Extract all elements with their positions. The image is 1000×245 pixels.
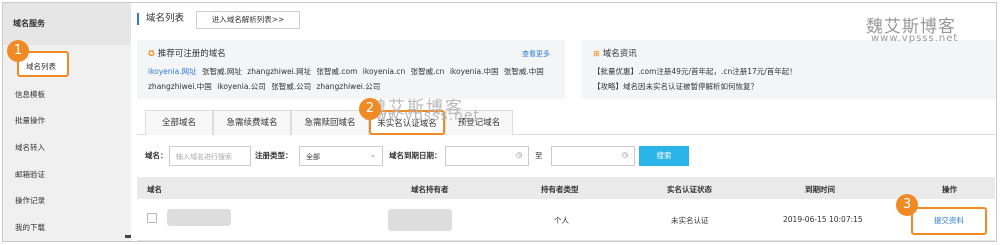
sidebar: 域名服务 域名列表 信息模板 批量操作 域名转入 邮箱验证 操作记录 我的下载	[3, 3, 131, 241]
chevron-down-icon: ⌄	[370, 151, 376, 159]
table-header: 域名 域名持有者 持有者类型 实名认证状态 到期时间 操作	[137, 177, 995, 199]
column-header-action: 操作	[942, 185, 957, 194]
news-title-text: 域名资讯	[602, 49, 637, 59]
step-badge-3: 3	[896, 194, 918, 216]
verify-status-cell: 未实名认证	[671, 216, 709, 225]
domain-suggestion[interactable]: ikoyenia.中国	[450, 67, 499, 76]
type-select[interactable]: 全部 ⌄	[299, 146, 383, 166]
sidebar-item-operation-log[interactable]: 操作记录	[15, 195, 45, 206]
sidebar-item-email-verify[interactable]: 邮箱验证	[15, 169, 45, 180]
column-header-expiry: 到期时间	[805, 185, 835, 194]
step-badge-2: 2	[359, 98, 381, 120]
bulb-icon: ✪	[148, 49, 155, 58]
resolve-list-button[interactable]: 进入域名解析列表>>	[196, 11, 300, 29]
calendar-icon: ◷	[621, 151, 628, 159]
recommend-line-1: ikoyenia.网址 张智威.网址 zhangzhiwei.网址 张智威.co…	[148, 66, 544, 77]
domain-suggestion[interactable]: 张智威.中国	[504, 67, 544, 76]
domain-suggestion[interactable]: zhangzhiwei.网址	[247, 67, 311, 76]
domain-tabs: 全部域名 急需续费域名 急需赎回域名 未实名认证域名 预登记域名	[137, 110, 995, 135]
watermark-corner-url: www.vpsss.net	[871, 33, 959, 44]
recommend-title-text: 推荐可注册的域名	[157, 49, 226, 59]
column-header-verify-status: 实名认证状态	[667, 185, 712, 194]
column-header-holder-type: 持有者类型	[541, 185, 579, 194]
submit-materials-link[interactable]: 提交资料	[911, 207, 987, 235]
news-item[interactable]: 【攻略】域名因未实名认证被暂停解析如何恢复？	[593, 81, 758, 92]
table-row: 个人 未实名认证 2019-06-15 10:07:15	[137, 203, 995, 241]
column-header-domain: 域名	[147, 185, 162, 194]
filter-bar: 域名： 输入域名进行搜索 注册类型： 全部 ⌄ 域名到期日期： ◷ 至 ◷ 搜索	[137, 146, 995, 166]
news-title: ⊞ 域名资讯	[593, 47, 637, 59]
domain-suggestion[interactable]: ikoyenia.网址	[148, 67, 197, 76]
column-header-holder: 域名持有者	[411, 185, 449, 194]
browser-frame: 域名服务 域名列表 信息模板 批量操作 域名转入 邮箱验证 操作记录 我的下载 …	[2, 2, 997, 242]
domain-search-input[interactable]: 输入域名进行搜索	[169, 146, 251, 166]
sidebar-scrollbar[interactable]	[125, 235, 131, 238]
gift-icon: ⊞	[593, 49, 600, 58]
redacted-domain	[167, 209, 231, 226]
sidebar-heading: 域名服务	[3, 3, 131, 45]
recommend-title: ✪ 推荐可注册的域名	[148, 47, 226, 59]
holder-type-cell: 个人	[554, 216, 569, 225]
sidebar-item-batch[interactable]: 批量操作	[15, 115, 45, 126]
type-filter-label: 注册类型：	[255, 151, 293, 160]
sidebar-item-info-template[interactable]: 信息模板	[15, 89, 45, 100]
view-more-link[interactable]: 查看更多	[522, 49, 550, 59]
sidebar-item-transfer-in[interactable]: 域名转入	[15, 142, 45, 153]
expiry-cell: 2019-06-15 10:07:15	[783, 215, 863, 224]
domain-suggestion[interactable]: zhangzhiwei.公司	[316, 82, 380, 91]
tab-renewal-needed[interactable]: 急需续费域名	[213, 110, 291, 135]
row-checkbox[interactable]	[147, 213, 157, 223]
tab-all-domains[interactable]: 全部域名	[145, 110, 213, 135]
domain-suggestion[interactable]: ikoyenia.公司	[217, 82, 266, 91]
domain-suggestion[interactable]: 张智威.公司	[271, 82, 311, 91]
domain-suggestion[interactable]: 张智威.com	[316, 67, 357, 76]
expiry-start-input[interactable]: ◷	[445, 146, 529, 166]
news-panel: ⊞ 域名资讯 【批量优惠】.com注册49元/首年起，.cn注册17元/首年起！ …	[582, 40, 996, 99]
type-select-value: 全部	[306, 153, 320, 161]
domain-suggestion[interactable]: zhangzhiwei.中国	[148, 82, 212, 91]
recommend-line-2: zhangzhiwei.中国 ikoyenia.公司 张智威.公司 zhangz…	[148, 81, 380, 92]
domain-suggestion[interactable]: 张智威.cn	[411, 67, 445, 76]
calendar-icon: ◷	[515, 151, 522, 159]
recommend-panel: ✪ 推荐可注册的域名 查看更多 ikoyenia.网址 张智威.网址 zhangz…	[137, 40, 565, 99]
expiry-end-input[interactable]: ◷	[551, 146, 635, 166]
search-button[interactable]: 搜索	[639, 146, 689, 166]
news-item[interactable]: 【批量优惠】.com注册49元/首年起，.cn注册17元/首年起！	[593, 66, 797, 77]
date-range-separator: 至	[535, 151, 543, 160]
redacted-holder	[388, 209, 452, 231]
domain-suggestion[interactable]: 张智威.网址	[202, 67, 242, 76]
expiry-filter-label: 域名到期日期：	[389, 151, 442, 160]
domain-filter-label: 域名：	[145, 151, 168, 160]
page-title: 域名列表	[137, 13, 184, 25]
step-badge-1: 1	[7, 40, 29, 62]
main-content: 域名列表 进入域名解析列表>> ✪ 推荐可注册的域名 查看更多 ikoyenia.…	[137, 3, 996, 241]
domain-suggestion[interactable]: ikoyenia.cn	[363, 67, 406, 76]
sidebar-item-downloads[interactable]: 我的下载	[15, 222, 45, 233]
tab-redeem-needed[interactable]: 急需赎回域名	[291, 110, 369, 135]
